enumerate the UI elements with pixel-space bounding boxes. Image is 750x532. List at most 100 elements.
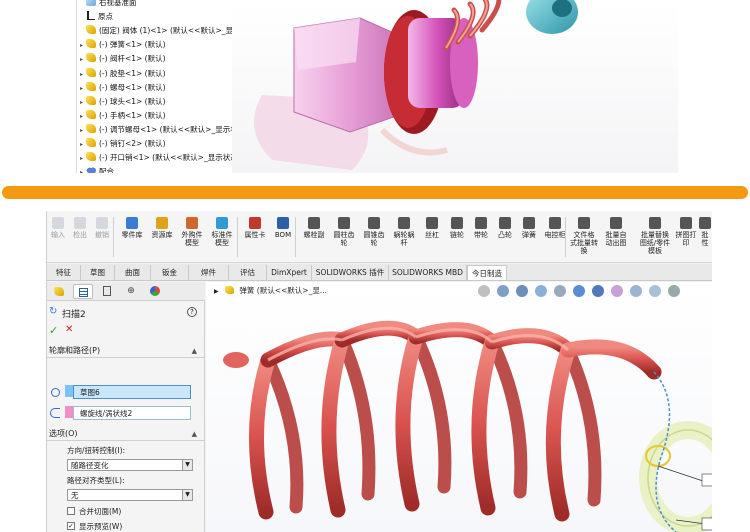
show-preview-checkbox[interactable]: ✓: [67, 522, 75, 530]
expand-arrow-icon[interactable]: ▸: [77, 138, 86, 152]
command-tab[interactable]: 今日制造: [467, 265, 507, 280]
spring-sweep-preview: [223, 320, 712, 532]
toolbar-button[interactable]: 链轮: [445, 217, 469, 261]
tree-item[interactable]: 原点: [77, 10, 113, 24]
tool-icon: [451, 217, 463, 229]
expand-arrow-icon[interactable]: ▸: [77, 39, 86, 53]
profile-selection-box[interactable]: 草图6: [73, 385, 191, 399]
tree-item[interactable]: 右视基准面: [77, 0, 137, 10]
toolbar-button[interactable]: 批量自 动出图: [599, 217, 633, 261]
toolbar-button[interactable]: 外购件 模型: [177, 217, 207, 261]
command-tab[interactable]: 焊件: [189, 265, 229, 280]
tree-item[interactable]: ▸ (-) 胶垫<1> (默认): [77, 67, 166, 81]
tool-icon: [549, 217, 561, 229]
toolbar-button[interactable]: BOM: [269, 217, 297, 261]
toolbar-button[interactable]: 零件库: [117, 217, 147, 261]
expand-arrow-icon[interactable]: ▸: [77, 166, 86, 173]
tree-item[interactable]: ▸ (-) 螺母<1> (默认): [77, 81, 166, 95]
graphics-area[interactable]: ▶ 弹簧 (默认<<默认>_显...: [206, 282, 712, 532]
tree-item[interactable]: ▸ (-) 手柄<1> (默认): [77, 109, 166, 123]
display-manager-tab[interactable]: [145, 284, 165, 299]
tree-item[interactable]: ▸ (-) 弹簧<1> (默认): [77, 38, 166, 52]
merge-faces-checkbox[interactable]: [67, 507, 75, 515]
toolbar-button[interactable]: 输入: [47, 217, 69, 261]
toolbar-button[interactable]: 资源库: [147, 217, 177, 261]
command-tab[interactable]: SOLIDWORKS MBD: [389, 265, 467, 280]
toolbar-button-label-line2: 模型: [185, 239, 199, 247]
appearance-icon: [150, 286, 160, 296]
toolbar-button[interactable]: 标准件 模型: [207, 217, 237, 261]
merge-faces-label: 合并切面(M): [79, 507, 122, 516]
tree-item[interactable]: ▸ 配合: [77, 165, 114, 173]
ok-button[interactable]: ✓: [49, 324, 58, 337]
toolbar-button-label-line2: 性: [701, 239, 709, 247]
profile-path-header[interactable]: 轮廓和路径(P) ▲: [47, 344, 205, 358]
expand-arrow-icon[interactable]: ▸: [77, 152, 86, 166]
toolbar-button[interactable]: 螺栓副: [299, 217, 329, 261]
expand-arrow-icon[interactable]: ▸: [77, 53, 86, 67]
tree-item[interactable]: ▸ (-) 销钉<2> (默认): [77, 137, 166, 151]
solidworks-sweep-screenshot: 输入 检出 撤销 零件库 资源库 外购件 模型 标准件 模型 属性卡 BOM 螺栓副 圆柱齿轮圆锥齿轮蜗…: [46, 211, 712, 532]
toolbar-button[interactable]: 丝杠: [419, 217, 445, 261]
collapse-chevron-icon[interactable]: ▲: [192, 427, 197, 441]
command-tab[interactable]: 特征: [47, 265, 81, 280]
toolbar-button[interactable]: 撤销: [91, 217, 113, 261]
toolbar-button[interactable]: 蜗轮蜗杆: [389, 217, 419, 261]
tool-icon: [338, 217, 350, 229]
tree-item[interactable]: (固定) 阀体 (1)<1> (默认<<默认>_显示: [77, 24, 241, 38]
part-icon: [86, 25, 96, 35]
orientation-dropdown[interactable]: 随路径变化 ▼: [67, 459, 193, 471]
toolbar-button[interactable]: 圆锥齿轮: [359, 217, 389, 261]
toolbar-button[interactable]: 弹簧: [517, 217, 541, 261]
section-title: 选项(O): [49, 429, 78, 438]
tree-item-label: (-) 销钉<2> (默认): [99, 139, 166, 148]
toolbar-button[interactable]: 拼图打印: [673, 217, 699, 261]
expand-arrow-icon[interactable]: ▸: [77, 82, 86, 96]
tree-item-label: 原点: [98, 12, 113, 22]
path-selection-box[interactable]: 螺旋线/涡状线2: [73, 406, 191, 420]
dimxpert-manager-tab[interactable]: ⊕: [121, 284, 141, 299]
expand-arrow-icon[interactable]: ▸: [77, 68, 86, 82]
toolbar-button-label-line2: 轮: [340, 239, 348, 247]
toolbar-button[interactable]: 属性卡: [241, 217, 269, 261]
tree-item[interactable]: ▸ (-) 开口销<1> (默认<<默认>_显示状态: [77, 151, 238, 165]
toolbar-button-label-line2: 图纸/零件模板: [639, 239, 671, 255]
cancel-button[interactable]: ✕: [65, 324, 73, 335]
toolbar-button[interactable]: 圆柱齿轮: [329, 217, 359, 261]
toolbar-button-label: 批: [701, 231, 709, 239]
command-tab[interactable]: 钣金: [151, 265, 189, 280]
toolbar-button-label: 批量自: [605, 231, 627, 239]
toolbar-separator: [565, 217, 566, 257]
toolbar-button[interactable]: 带轮: [469, 217, 493, 261]
toolbar-button[interactable]: 文件格 式批量转换: [569, 217, 599, 261]
expand-arrow-icon[interactable]: ▸: [77, 96, 86, 110]
command-tab[interactable]: DimXpert: [267, 265, 312, 280]
command-tab[interactable]: 评估: [229, 265, 267, 280]
toolbar-button[interactable]: 检出: [69, 217, 91, 261]
tree-item[interactable]: ▸ (-) 阀杆<1> (默认): [77, 52, 166, 66]
command-tab[interactable]: 曲面: [115, 265, 151, 280]
command-tab[interactable]: 草图: [81, 265, 115, 280]
configuration-manager-tab[interactable]: [97, 284, 117, 299]
command-tab[interactable]: SOLIDWORKS 插件: [312, 265, 389, 280]
collapse-chevron-icon[interactable]: ▲: [192, 344, 197, 358]
toolbar-button[interactable]: 批性: [697, 217, 712, 261]
toolbar-button-label: 撤销: [95, 231, 109, 239]
part-icon: [86, 152, 96, 162]
feature-manager-tab[interactable]: [49, 284, 69, 299]
toolbar-button-label: 拼图打: [675, 231, 697, 239]
help-icon[interactable]: ?: [187, 307, 197, 317]
toolbar-button[interactable]: 凸轮: [493, 217, 517, 261]
expand-arrow-icon[interactable]: ▸: [77, 110, 86, 124]
toolbar-button[interactable]: 批量替换 图纸/零件模板: [637, 217, 673, 261]
expand-arrow-icon[interactable]: ▸: [77, 124, 86, 138]
tree-item[interactable]: ▸ (-) 调节螺母<1> (默认<<默认>_显示状: [77, 123, 238, 137]
options-header[interactable]: 选项(O) ▲: [47, 427, 205, 441]
tree-item-label: (-) 弹簧<1> (默认): [99, 40, 166, 50]
alignment-dropdown[interactable]: 无 ▼: [67, 489, 193, 501]
tree-item[interactable]: ▸ (-) 球头<1> (默认): [77, 95, 166, 109]
part-icon: [54, 287, 64, 296]
property-manager-tab[interactable]: [73, 284, 93, 299]
toolbar-separator: [237, 217, 238, 257]
assembly-viewport[interactable]: [232, 0, 678, 173]
